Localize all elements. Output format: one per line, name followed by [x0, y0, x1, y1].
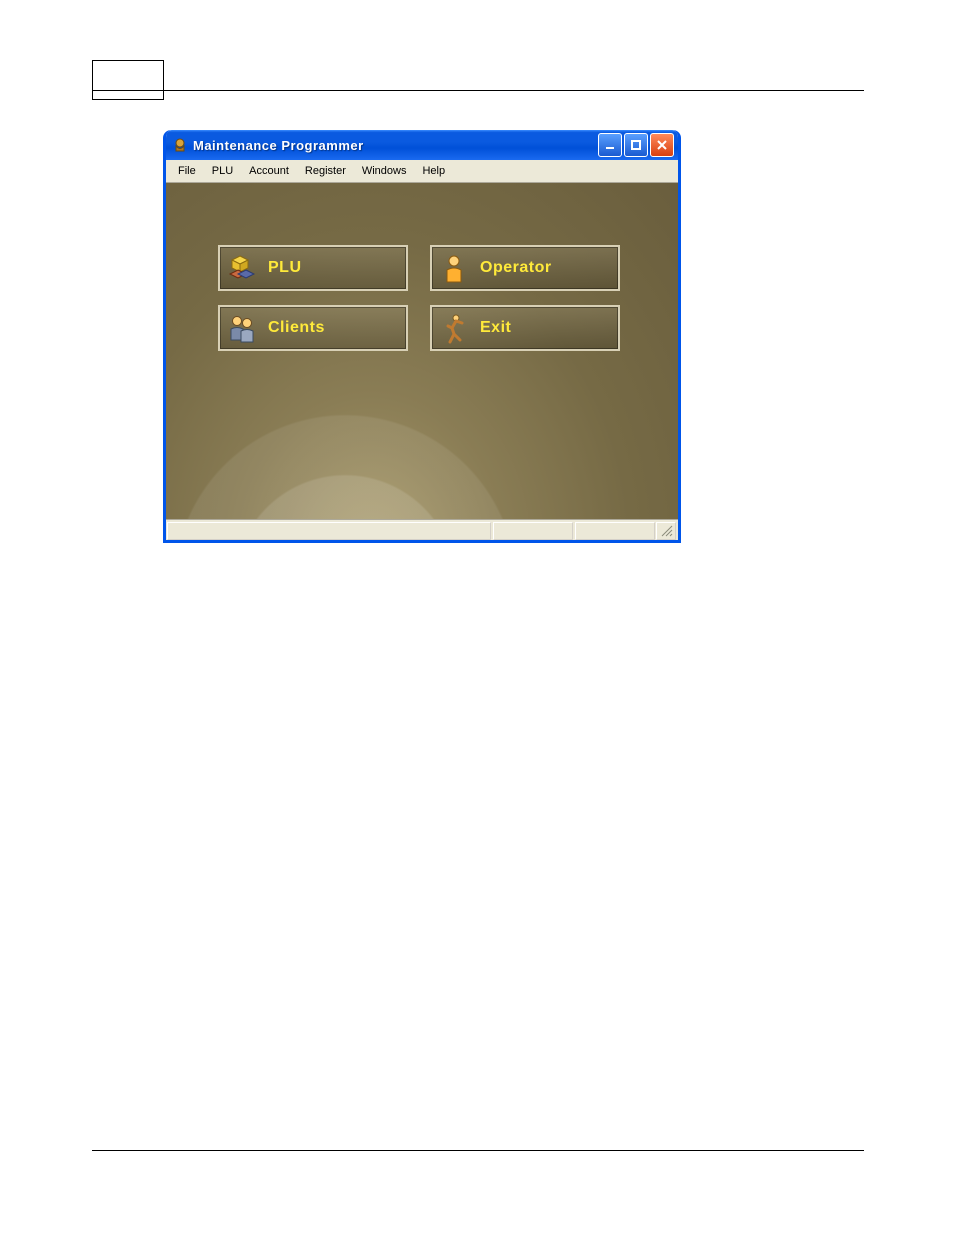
maximize-button[interactable]	[624, 133, 648, 157]
menu-plu[interactable]: PLU	[204, 163, 241, 179]
page-footer-rule	[92, 1150, 864, 1151]
people-icon	[226, 312, 258, 344]
page-header-box	[92, 60, 164, 100]
plu-button[interactable]: PLU	[218, 245, 408, 291]
status-cell-2	[575, 522, 655, 540]
close-button[interactable]	[650, 133, 674, 157]
app-window: Maintenance Programmer File PLU Account …	[163, 130, 681, 543]
menu-file[interactable]: File	[170, 163, 204, 179]
minimize-button[interactable]	[598, 133, 622, 157]
menu-windows[interactable]: Windows	[354, 163, 415, 179]
operator-label: Operator	[480, 259, 552, 277]
statusbar	[166, 519, 678, 542]
clients-button[interactable]: Clients	[218, 305, 408, 351]
app-icon	[172, 137, 188, 153]
runner-icon	[438, 312, 470, 344]
client-area: PLU Operator	[166, 183, 678, 519]
menu-help[interactable]: Help	[414, 163, 453, 179]
exit-button[interactable]: Exit	[430, 305, 620, 351]
exit-label: Exit	[480, 319, 511, 337]
boxes-icon	[226, 252, 258, 284]
status-cell-1	[493, 522, 573, 540]
clients-label: Clients	[268, 319, 325, 337]
status-cell-main	[167, 522, 491, 540]
menu-account[interactable]: Account	[241, 163, 297, 179]
menu-register[interactable]: Register	[297, 163, 354, 179]
plu-label: PLU	[268, 259, 302, 277]
page-header-rule	[92, 90, 864, 91]
operator-button[interactable]: Operator	[430, 245, 620, 291]
menubar: File PLU Account Register Windows Help	[166, 160, 678, 183]
person-icon	[438, 252, 470, 284]
window-title: Maintenance Programmer	[193, 138, 598, 153]
titlebar[interactable]: Maintenance Programmer	[166, 130, 678, 160]
resize-grip[interactable]	[656, 522, 676, 540]
